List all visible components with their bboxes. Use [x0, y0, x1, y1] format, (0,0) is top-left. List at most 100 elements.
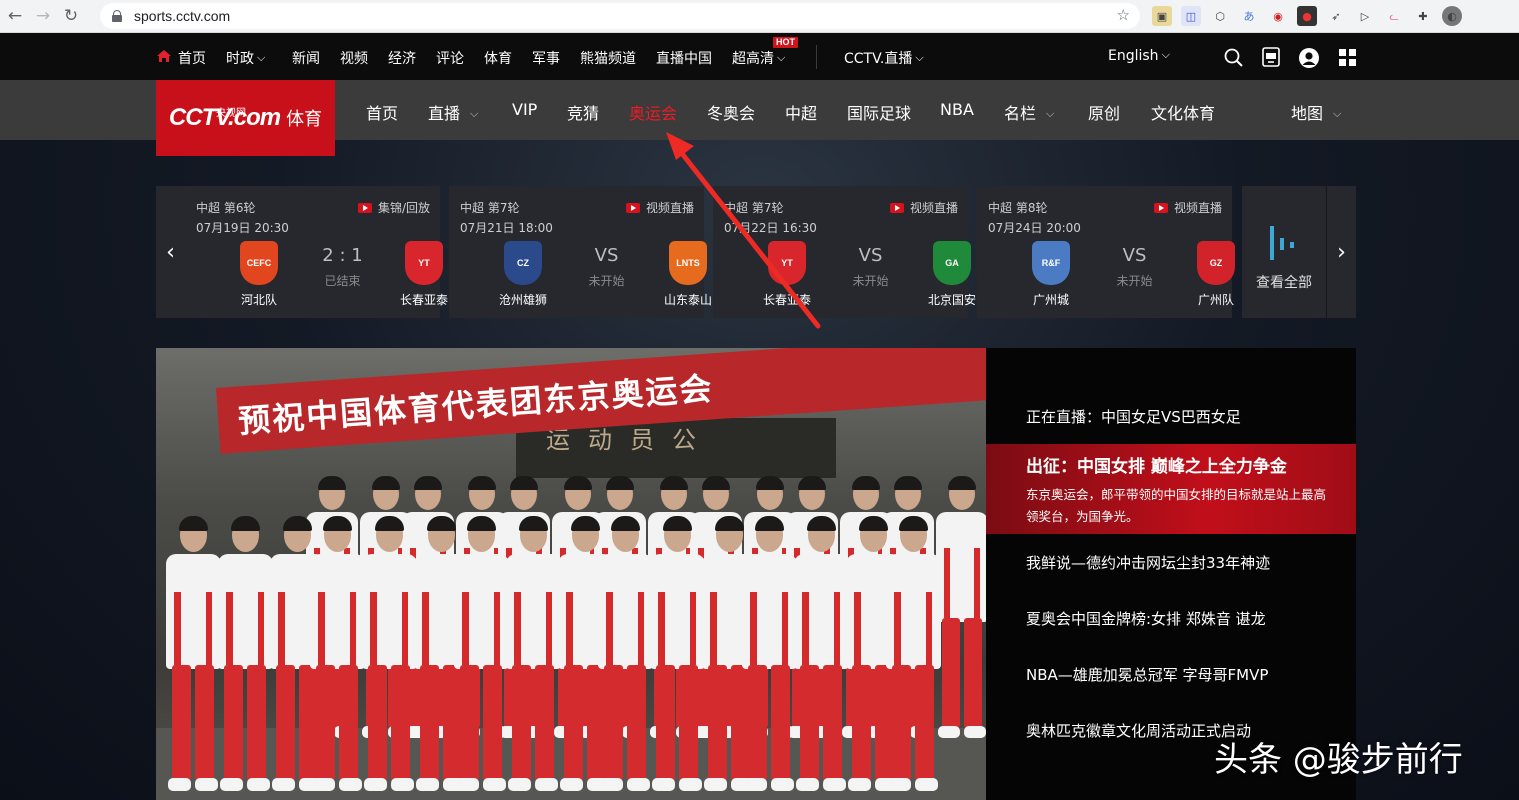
person-part — [744, 778, 768, 791]
match-video-link[interactable]: 视频直播 — [1153, 199, 1222, 216]
bird-extension-icon[interactable]: ➶ — [1326, 6, 1346, 26]
channel-live[interactable]: 直播 ⌵ — [428, 100, 478, 124]
person-part — [168, 778, 192, 791]
person-part — [852, 476, 880, 490]
topnav-comment[interactable]: 评论 — [436, 48, 464, 68]
play-extension-icon[interactable]: ▷ — [1355, 6, 1375, 26]
match-card[interactable]: 中超 第7轮 07月22日 16:30 视频直播 YT VS 未开始 GA 长春… — [713, 186, 976, 318]
match-league: 中超 第8轮 — [988, 201, 1048, 215]
channel-winter-olympics[interactable]: 冬奥会 — [707, 100, 755, 124]
topnav-news[interactable]: 新闻 — [292, 48, 320, 68]
hero-image[interactable]: 运动员公 预祝中国体育代表团东京奥运会 — [156, 348, 986, 800]
channel-map[interactable]: 地图 ⌵ — [1291, 100, 1341, 124]
channel-home[interactable]: 首页 — [366, 100, 398, 124]
person-part — [702, 476, 730, 490]
cube-extension-icon[interactable]: ⬡ — [1210, 6, 1230, 26]
person-part — [771, 778, 795, 791]
home-team-name: 长春亚泰 — [762, 293, 811, 307]
cat-extension-icon[interactable]: ᓚ — [1384, 6, 1404, 26]
topnav-cctv-live[interactable]: CCTV.直播 — [844, 48, 924, 68]
back-icon[interactable]: ← — [2, 3, 28, 29]
person-part — [566, 591, 573, 665]
match-video-link[interactable]: 视频直播 — [625, 199, 694, 216]
person-part — [796, 778, 820, 791]
person-part — [564, 665, 584, 781]
topnav-home[interactable]: 首页 — [178, 48, 206, 68]
puzzle-blue-extension-icon[interactable]: ◫ — [1181, 6, 1201, 26]
news-item-active[interactable]: 出征：中国女排 巅峰之上全力争金 东京奥运会，郎平带领的中国女排的目标就是站上最… — [986, 444, 1356, 534]
view-all-button[interactable]: 查看全部 — [1242, 186, 1326, 318]
channel-live-label: 直播 — [428, 104, 461, 123]
person-part — [560, 778, 584, 791]
channel-columns[interactable]: 名栏 ⌵ — [1004, 100, 1054, 124]
person-part — [368, 665, 388, 781]
topnav-politics[interactable]: 时政 — [226, 48, 265, 68]
person-part — [483, 665, 503, 781]
topnav-military[interactable]: 军事 — [532, 48, 560, 68]
home-icon[interactable] — [157, 50, 171, 62]
person-part — [894, 476, 922, 490]
topnav-live-china[interactable]: 直播中国 — [656, 48, 712, 68]
topnav-sports[interactable]: 体育 — [484, 48, 512, 68]
topnav-separator — [816, 45, 817, 69]
extensions-puzzle-icon[interactable]: ✚ — [1413, 6, 1433, 26]
channel-original[interactable]: 原创 — [1088, 100, 1120, 124]
news-item[interactable]: NBA—雄鹿加冕总冠军 字母哥FMVP — [1026, 664, 1268, 685]
topnav-panda[interactable]: 熊猫频道 — [580, 48, 636, 68]
match-prev-button[interactable]: ‹ — [156, 186, 185, 318]
reload-icon[interactable]: ↻ — [58, 3, 84, 29]
news-item[interactable]: 夏奥会中国金牌榜:女排 郑姝音 谌龙 — [1026, 608, 1266, 629]
channel-quiz[interactable]: 竞猜 — [567, 100, 599, 124]
match-card[interactable]: 中超 第7轮 07月21日 18:00 视频直播 CZ VS 未开始 LNTS … — [449, 186, 712, 318]
channel-culture-sports[interactable]: 文化体育 — [1151, 100, 1215, 124]
person-part — [401, 591, 409, 665]
person-part — [894, 591, 901, 665]
match-video-label: 视频直播 — [909, 201, 958, 215]
translate-extension-icon[interactable]: あ — [1239, 6, 1259, 26]
news-item[interactable]: 我鲜说—德约冲击网坛尘封33年神迹 — [1026, 552, 1270, 573]
person-part — [224, 665, 244, 781]
person-part — [456, 778, 480, 791]
forward-icon[interactable]: → — [30, 3, 56, 29]
user-avatar-icon[interactable] — [1298, 47, 1320, 69]
match-video-link[interactable]: 视频直播 — [889, 199, 958, 216]
record-red-extension-icon[interactable]: ● — [1297, 6, 1317, 26]
person-part — [704, 778, 728, 791]
record-dot-extension-icon[interactable]: ◉ — [1268, 6, 1288, 26]
person-part — [854, 591, 861, 665]
profile-avatar-icon[interactable]: ◐ — [1442, 6, 1462, 26]
team-crest-icon: GZ — [1197, 241, 1235, 285]
match-time: 07月24日 20:00 — [988, 221, 1081, 235]
channel-intl-football[interactable]: 国际足球 — [847, 100, 911, 124]
grid-menu-icon[interactable] — [1339, 49, 1357, 67]
topnav-video[interactable]: 视频 — [340, 48, 368, 68]
person-part — [339, 665, 359, 781]
match-card[interactable]: 中超 第6轮 07月19日 20:30 集锦/回放 CEFC 2 : 1 已结束… — [185, 186, 448, 318]
channel-csl[interactable]: 中超 — [785, 100, 817, 124]
chevron-down-icon: ⌵ — [1046, 107, 1055, 120]
person-part — [656, 665, 676, 781]
topnav-economy[interactable]: 经济 — [388, 48, 416, 68]
channel-vip[interactable]: VIP — [512, 100, 537, 119]
language-switch[interactable]: English — [1108, 48, 1170, 64]
match-card[interactable]: 中超 第8轮 07月24日 20:00 视频直播 R&F VS 未开始 GZ 广… — [977, 186, 1235, 318]
bookmark-star-icon[interactable]: ☆ — [1117, 6, 1130, 24]
person-part — [564, 476, 592, 490]
person-part — [888, 778, 912, 791]
chevron-down-icon: ⌵ — [470, 107, 479, 120]
person-part — [318, 476, 346, 490]
person-part — [545, 591, 553, 665]
app-download-icon[interactable] — [1262, 47, 1280, 67]
person-part — [226, 591, 233, 665]
view-all-label: 查看全部 — [1256, 275, 1312, 291]
topnav-uhd[interactable]: 超高清 — [732, 48, 785, 68]
news-item-live[interactable]: 正在直播：中国女足VS巴西女足 — [1026, 406, 1241, 427]
search-icon[interactable] — [1224, 48, 1244, 68]
match-next-button[interactable]: › — [1327, 186, 1356, 318]
address-bar[interactable]: sports.cctv.com ☆ — [100, 3, 1140, 29]
channel-olympics[interactable]: 奥运会 — [629, 100, 677, 124]
image-extension-icon[interactable]: ▣ — [1152, 6, 1172, 26]
channel-nba[interactable]: NBA — [940, 100, 974, 119]
cctv-sports-logo[interactable]: 央视网 CCTV.com 体育 — [156, 80, 335, 156]
match-video-link[interactable]: 集锦/回放 — [357, 199, 430, 216]
